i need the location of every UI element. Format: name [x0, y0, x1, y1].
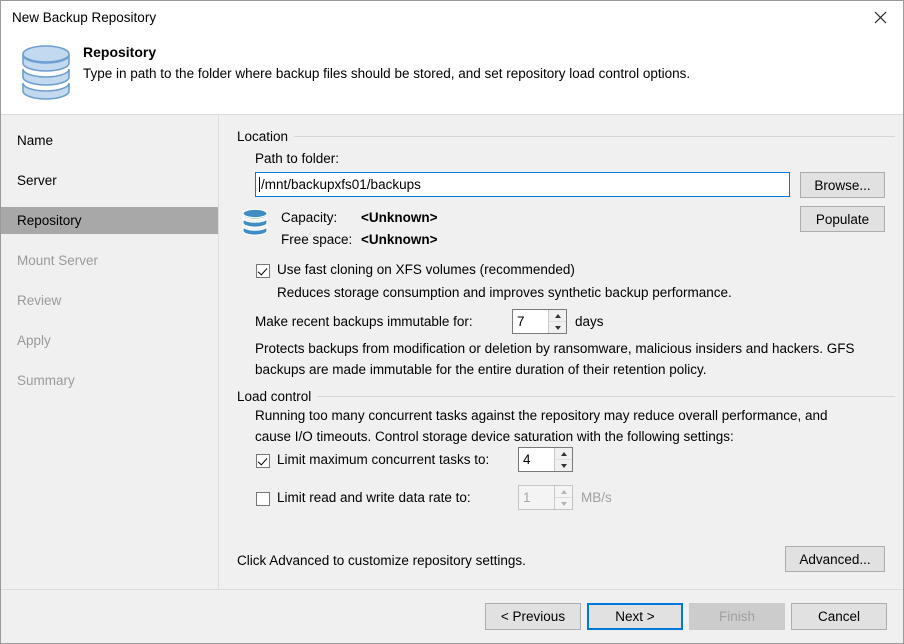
chevron-down-icon — [554, 325, 561, 330]
repository-database-icon — [16, 41, 76, 107]
load-control-hint-line2: cause I/O timeouts. Control storage devi… — [255, 429, 734, 444]
load-control-group-label: Load control — [237, 388, 312, 404]
cancel-button[interactable]: Cancel — [791, 603, 887, 630]
group-rule — [294, 135, 895, 137]
cancel-button-label: Cancel — [817, 609, 861, 624]
next-button-label: Next > — [615, 609, 655, 624]
advanced-button[interactable]: Advanced... — [785, 546, 885, 572]
free-space-label: Free space: — [281, 232, 353, 247]
sidebar-item-label: Apply — [17, 333, 51, 348]
sidebar-item-apply[interactable]: Apply — [1, 327, 218, 354]
chevron-up-icon — [560, 451, 567, 456]
new-backup-repository-dialog: New Backup Repository Repository Type in… — [0, 0, 904, 644]
dialog-header: Repository Type in path to the folder wh… — [1, 35, 903, 115]
path-input[interactable]: /mnt/backupxfs01/backups — [255, 172, 790, 197]
sidebar-item-label: Mount Server — [17, 253, 99, 268]
text-caret — [259, 177, 260, 192]
chevron-down-icon — [560, 463, 567, 468]
fast-cloning-hint: Reduces storage consumption and improves… — [277, 285, 732, 300]
previous-button-label: < Previous — [500, 609, 566, 624]
main-panel: Location Path to folder: /mnt/backupxfs0… — [219, 115, 903, 589]
immutable-days-stepper[interactable]: 7 — [512, 309, 567, 334]
location-group-label: Location — [237, 128, 289, 144]
immutable-days-value: 7 — [517, 314, 525, 329]
chevron-down-icon — [560, 501, 567, 506]
database-icon — [241, 207, 269, 239]
browse-button-label: Browse... — [814, 177, 871, 193]
concurrent-tasks-stepper[interactable]: 4 — [518, 447, 573, 472]
close-icon[interactable] — [857, 1, 903, 34]
group-rule — [317, 395, 895, 397]
finish-button: Finish — [689, 603, 785, 630]
limit-data-rate-checkbox[interactable] — [256, 492, 270, 506]
sidebar-item-label: Repository — [17, 213, 82, 228]
stepper-decrement-button[interactable] — [555, 459, 572, 471]
stepper-buttons — [554, 448, 572, 471]
window-title: New Backup Repository — [12, 10, 157, 25]
capacity-label: Capacity: — [281, 210, 338, 225]
fast-cloning-checkbox[interactable] — [256, 264, 270, 278]
location-group-header: Location — [237, 127, 895, 145]
fast-cloning-label: Use fast cloning on XFS volumes (recomme… — [277, 262, 575, 277]
sidebar-item-label: Review — [17, 293, 62, 308]
title-bar: New Backup Repository — [1, 1, 903, 35]
limit-tasks-checkbox[interactable] — [256, 454, 270, 468]
immutable-units-label: days — [575, 314, 604, 329]
path-input-value: /mnt/backupxfs01/backups — [261, 177, 421, 192]
data-rate-units-label: MB/s — [581, 490, 612, 505]
data-rate-stepper: 1 — [518, 485, 573, 510]
wizard-steps-sidebar: Name Server Repository Mount Server Revi… — [1, 115, 218, 589]
path-to-folder-label: Path to folder: — [255, 151, 340, 166]
stepper-increment-button[interactable] — [555, 448, 572, 459]
limit-data-rate-label: Limit read and write data rate to: — [277, 490, 471, 505]
populate-button-label: Populate — [815, 211, 870, 227]
capacity-value: <Unknown> — [361, 210, 438, 225]
sidebar-item-label: Name — [17, 133, 54, 148]
populate-button[interactable]: Populate — [800, 206, 885, 232]
immutable-hint-line1: Protects backups from modification or de… — [255, 341, 855, 356]
sidebar-item-summary[interactable]: Summary — [1, 367, 218, 394]
data-rate-value: 1 — [523, 490, 531, 505]
stepper-buttons — [554, 486, 572, 509]
chevron-up-icon — [554, 313, 561, 318]
next-button[interactable]: Next > — [587, 603, 683, 630]
advanced-hint: Click Advanced to customize repository s… — [237, 553, 526, 568]
load-control-group-header: Load control — [237, 387, 895, 405]
immutable-hint-line2: backups are made immutable for the entir… — [255, 362, 707, 377]
previous-button[interactable]: < Previous — [485, 603, 581, 630]
page-description: Type in path to the folder where backup … — [83, 66, 691, 81]
stepper-increment-button — [555, 486, 572, 497]
concurrent-tasks-value: 4 — [523, 452, 531, 467]
advanced-button-label: Advanced... — [799, 551, 871, 567]
sidebar-item-repository[interactable]: Repository — [1, 207, 218, 234]
free-space-value: <Unknown> — [361, 232, 438, 247]
immutable-label: Make recent backups immutable for: — [255, 314, 473, 329]
load-control-hint-line1: Running too many concurrent tasks agains… — [255, 408, 828, 423]
stepper-buttons — [548, 310, 566, 333]
sidebar-item-name[interactable]: Name — [1, 127, 218, 154]
sidebar-item-server[interactable]: Server — [1, 167, 218, 194]
sidebar-item-review[interactable]: Review — [1, 287, 218, 314]
stepper-decrement-button — [555, 497, 572, 509]
limit-tasks-label: Limit maximum concurrent tasks to: — [277, 452, 490, 467]
stepper-increment-button[interactable] — [549, 310, 566, 321]
close-glyph — [874, 11, 886, 24]
sidebar-item-label: Summary — [17, 373, 75, 388]
sidebar-item-mount-server[interactable]: Mount Server — [1, 247, 218, 274]
stepper-decrement-button[interactable] — [549, 321, 566, 333]
browse-button[interactable]: Browse... — [800, 172, 885, 198]
chevron-up-icon — [560, 489, 567, 494]
page-title: Repository — [83, 44, 157, 60]
sidebar-item-label: Server — [17, 173, 57, 188]
finish-button-label: Finish — [718, 609, 755, 624]
dialog-footer: < Previous Next > Finish Cancel — [1, 590, 903, 643]
